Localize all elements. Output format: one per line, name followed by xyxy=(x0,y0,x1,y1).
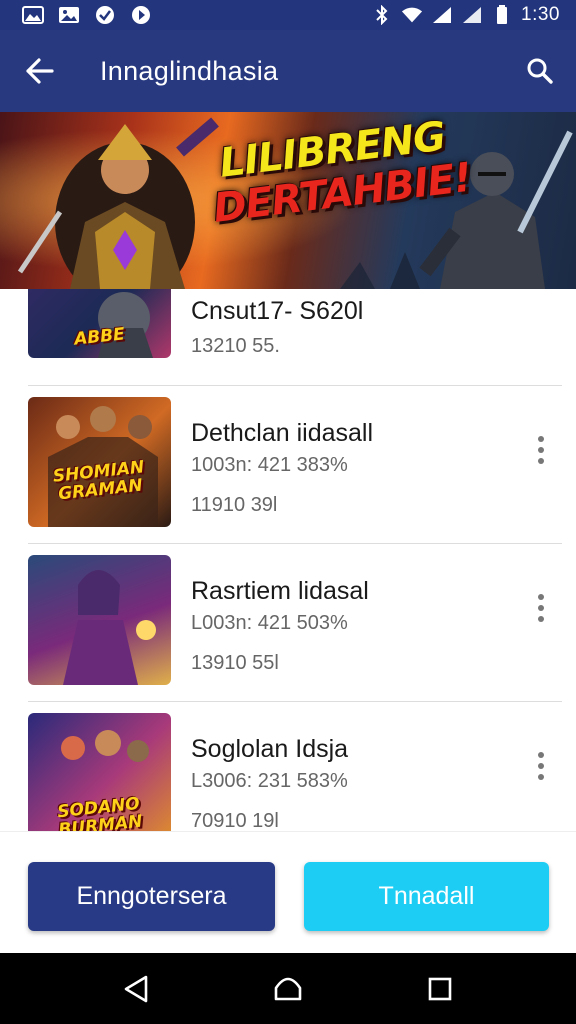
signal-icon xyxy=(431,6,453,24)
list-item[interactable]: SODANO BURMAN Soglolan Idsja L3006: 231 … xyxy=(0,702,576,831)
gallery-icon xyxy=(22,6,44,24)
screen: 1:30 Innaglindhasia LILIBRENG DERTAHBIE!… xyxy=(0,0,576,1024)
check-circle-icon xyxy=(94,6,116,24)
navigation-bar xyxy=(0,953,576,1024)
signal-icon-2 xyxy=(461,6,483,24)
bluetooth-icon xyxy=(371,5,393,25)
play-circle-icon xyxy=(130,6,152,24)
status-bar: 1:30 xyxy=(0,0,576,30)
item-thumbnail xyxy=(28,555,171,685)
home-icon xyxy=(274,977,302,1000)
item-meta: 13910 55l xyxy=(191,652,279,674)
status-notifications xyxy=(22,6,152,24)
item-title: Rasrtiem lidasal xyxy=(191,577,369,605)
action-bar: Enngotersera Tnnadall xyxy=(0,831,576,953)
item-thumbnail: ABBE xyxy=(28,289,171,358)
item-title: Dethclan iidasall xyxy=(191,419,374,447)
item-title: Soglolan Idsja xyxy=(191,735,349,763)
install-button[interactable]: Tnnadall xyxy=(304,862,549,931)
list-item[interactable]: Rasrtiem lidasal L003n: 421 503% 13910 5… xyxy=(0,544,576,702)
item-title: Cnsut17- S620l xyxy=(191,297,364,325)
app-title: Innaglindhasia xyxy=(100,55,279,86)
more-options-button[interactable] xyxy=(528,744,554,788)
item-meta: 11910 39l xyxy=(191,494,278,516)
status-time: 1:30 xyxy=(521,4,560,25)
item-subtitle: L3006: 231 583% xyxy=(191,770,348,792)
item-meta: 13210 55. xyxy=(191,335,280,357)
more-options-button[interactable] xyxy=(528,586,554,630)
item-meta: 70910 19l xyxy=(191,810,279,831)
primary-button[interactable]: Enngotersera xyxy=(28,862,275,931)
nav-back-button[interactable] xyxy=(106,959,166,1019)
more-options-button[interactable] xyxy=(528,428,554,472)
item-thumbnail: SODANO BURMAN xyxy=(28,713,171,831)
content-list[interactable]: ABBE Cnsut17- S620l 13210 55. SHOMIAN GR… xyxy=(0,289,576,831)
nav-recents-button[interactable] xyxy=(410,959,470,1019)
wifi-icon xyxy=(401,6,423,24)
square-recents-icon xyxy=(428,977,452,1000)
triangle-back-icon xyxy=(124,975,148,1002)
status-system: 1:30 xyxy=(371,4,560,26)
nav-home-button[interactable] xyxy=(258,959,318,1019)
list-item[interactable]: SHOMIAN GRAMAN Dethclan iidasall 1003n: … xyxy=(0,386,576,544)
battery-icon xyxy=(491,5,513,24)
item-subtitle: 1003n: 421 383% xyxy=(191,454,348,476)
item-subtitle: L003n: 421 503% xyxy=(191,612,348,634)
search-button[interactable] xyxy=(510,41,570,101)
image-icon xyxy=(58,6,80,24)
arrow-left-icon xyxy=(26,58,54,84)
back-button[interactable] xyxy=(10,41,70,101)
hero-banner[interactable]: LILIBRENG DERTAHBIE! xyxy=(0,112,576,289)
app-bar: Innaglindhasia xyxy=(0,30,576,112)
search-icon xyxy=(527,58,553,84)
item-thumbnail: SHOMIAN GRAMAN xyxy=(28,397,171,527)
list-item[interactable]: ABBE Cnsut17- S620l 13210 55. xyxy=(0,289,576,386)
